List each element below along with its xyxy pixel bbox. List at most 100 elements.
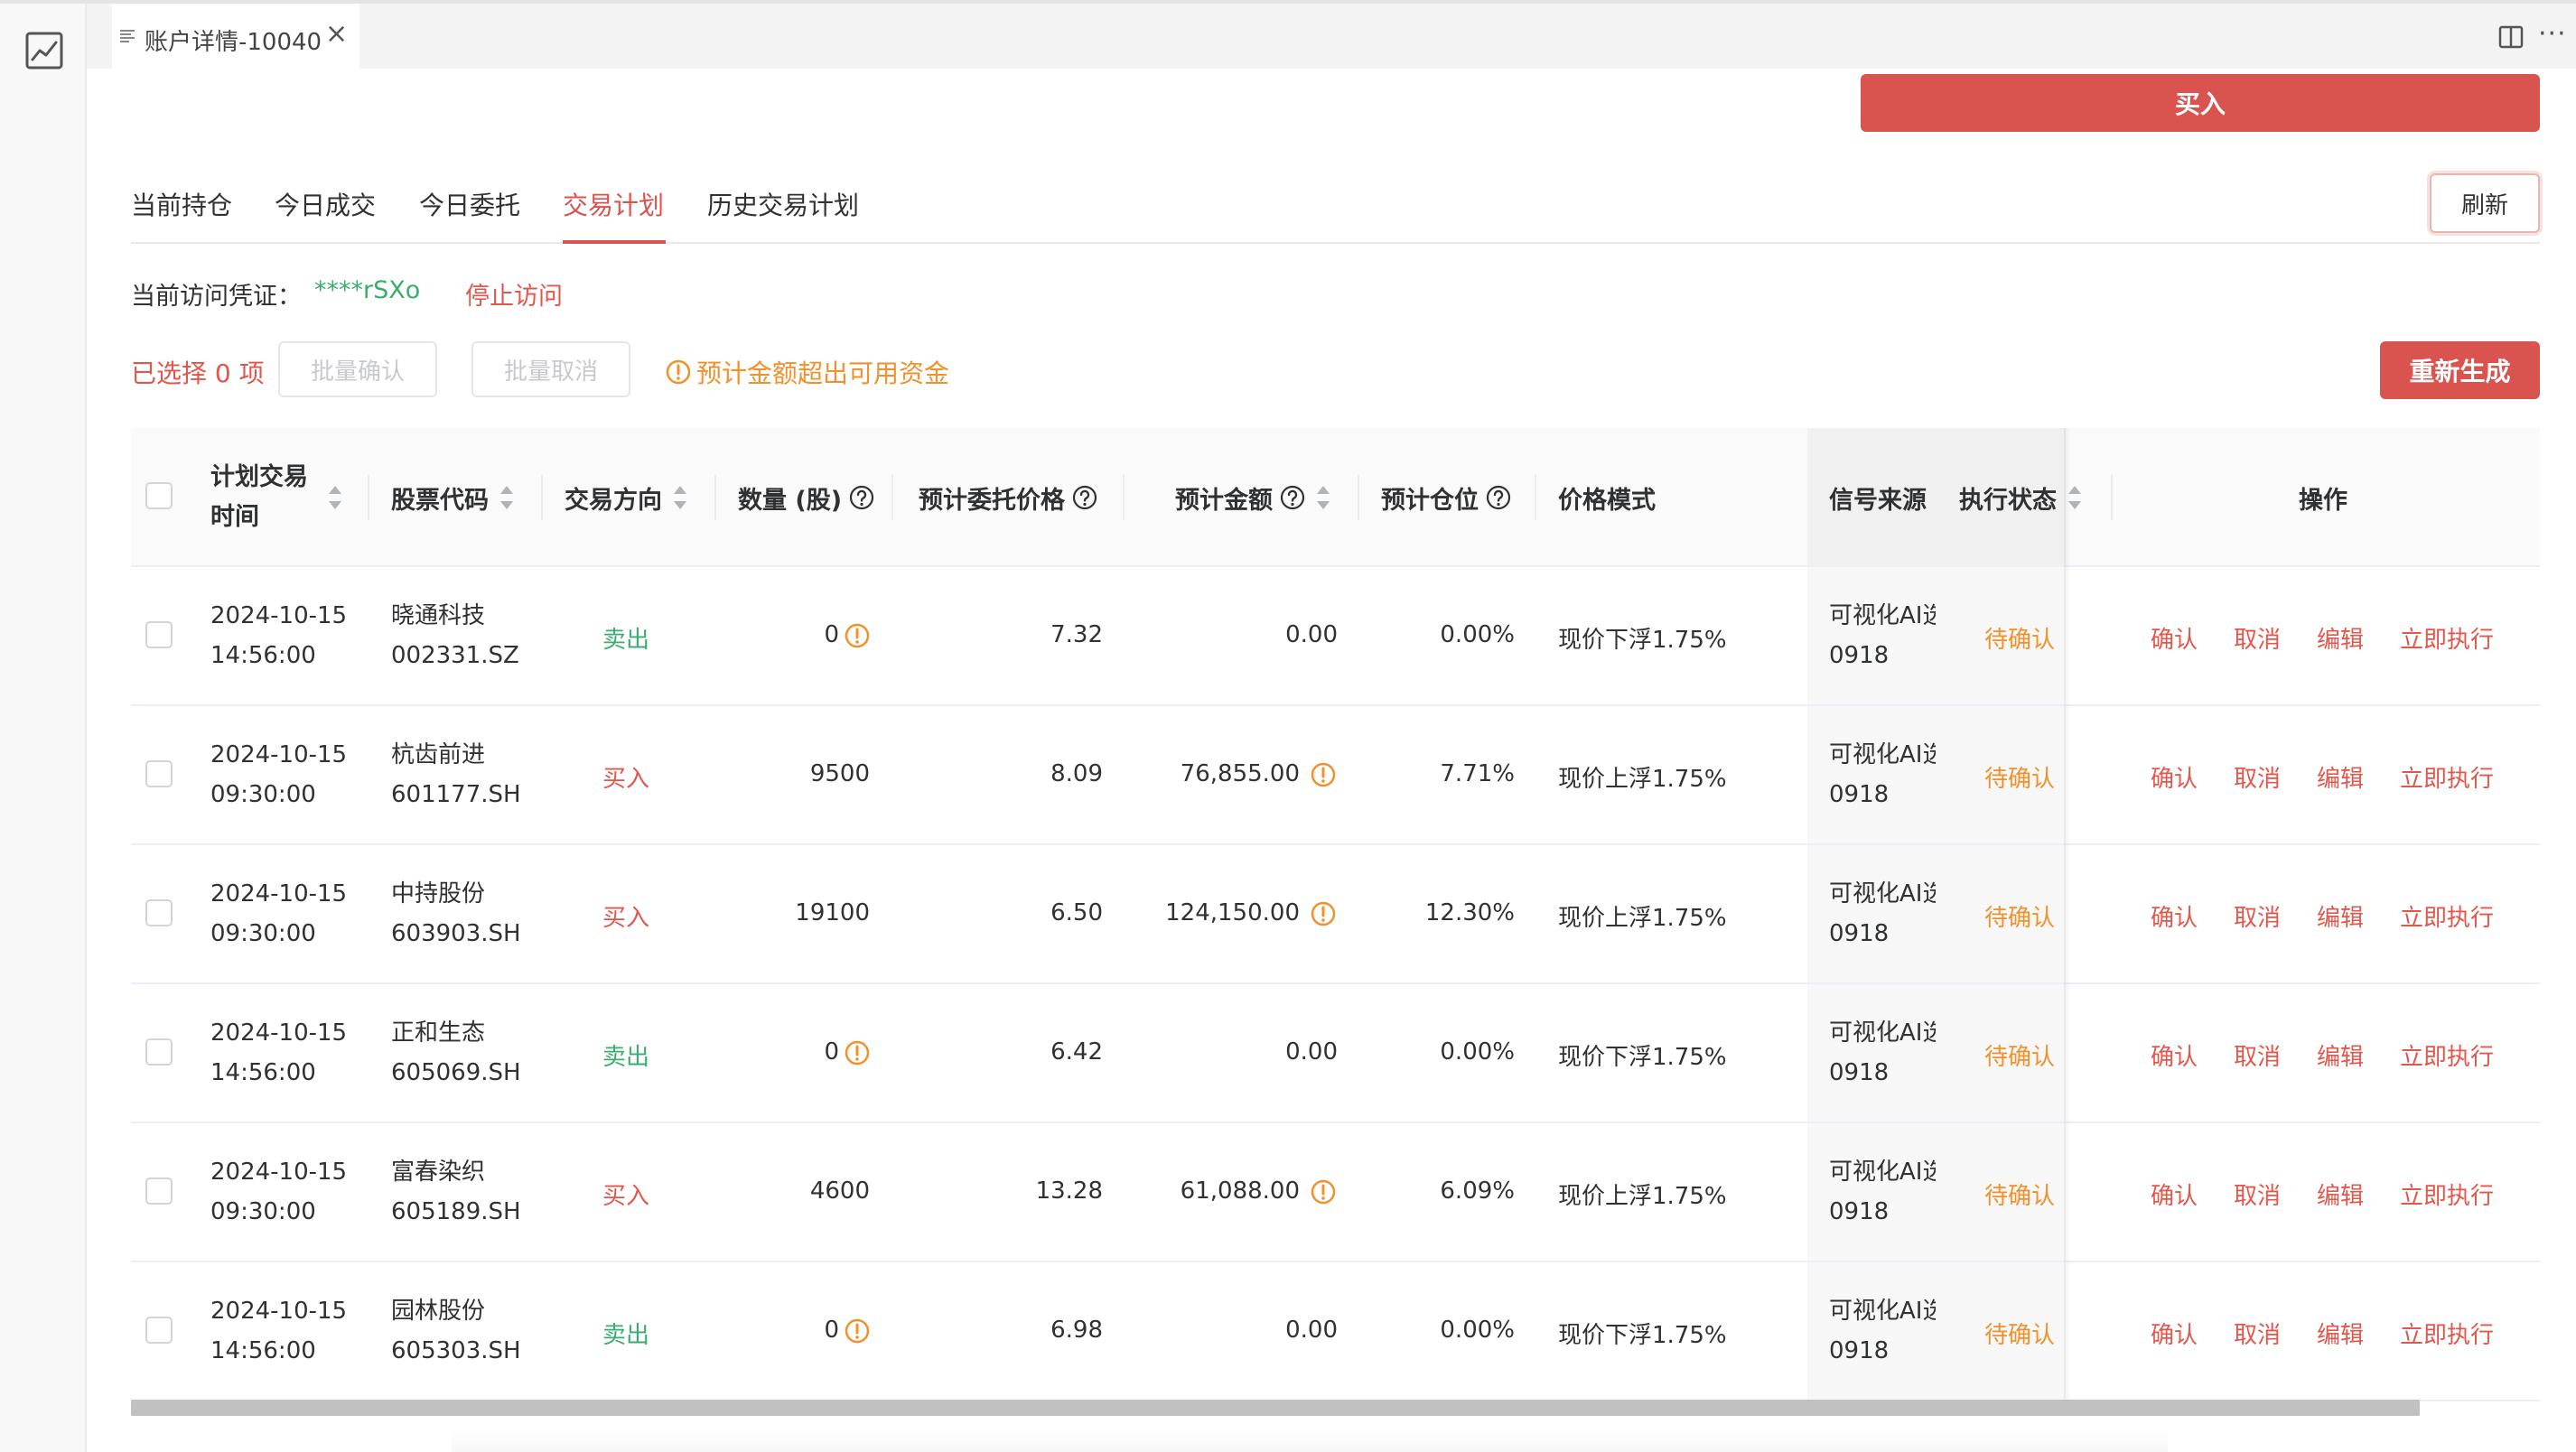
batch-confirm-button[interactable]: 批量确认	[278, 341, 437, 397]
quantity-cell: 9500	[809, 760, 870, 787]
edit-link[interactable]: 编辑	[2317, 621, 2364, 655]
tab-today-trades[interactable]: 今日成交	[275, 186, 376, 222]
amount-cell: 0.00	[1285, 1317, 1338, 1344]
table-row[interactable]: 2024-10-15 09:30:00 富春染织 605189.SH 买入 4600 13.…	[131, 1123, 2540, 1262]
stock-name: 富春染织	[391, 1159, 486, 1186]
header-amount[interactable]: 预计金额	[1175, 428, 1330, 567]
horizontal-scrollbar[interactable]	[131, 1400, 2420, 1416]
signal-source-line1: 可视化AI选	[1829, 741, 1936, 768]
stock-code: 002331.SZ	[391, 642, 519, 669]
signal-source-line2: 选0918	[1829, 781, 1890, 808]
row-checkbox[interactable]	[145, 1177, 173, 1205]
signal-source-cell: 可视化AI选选0918	[1829, 735, 1936, 814]
stock-cell: 晓通科技 002331.SZ	[391, 596, 519, 675]
confirm-link[interactable]: 确认	[2151, 899, 2198, 933]
tab-current-positions[interactable]: 当前持仓	[131, 186, 232, 222]
header-plan-time[interactable]: 计划交易 时间	[210, 428, 342, 567]
quantity-cell: 4600	[809, 1177, 870, 1205]
warning-info-icon[interactable]	[1311, 1179, 1336, 1205]
price-cell: 13.28	[1035, 1177, 1103, 1205]
signal-source-line1: 可视化AI选	[1829, 1159, 1936, 1186]
cancel-link[interactable]: 取消	[2234, 1038, 2281, 1072]
table-row[interactable]: 2024-10-15 09:30:00 杭齿前进 601177.SH 买入 9500 8.0…	[131, 706, 2540, 845]
confirm-link[interactable]: 确认	[2151, 1177, 2198, 1211]
row-checkbox[interactable]	[145, 899, 173, 926]
table-row[interactable]: 2024-10-15 14:56:00 园林股份 605303.SH 卖出 0 6.98 0.…	[131, 1262, 2540, 1401]
help-icon[interactable]	[1486, 485, 1511, 510]
edit-link[interactable]: 编辑	[2317, 899, 2364, 933]
sort-icon[interactable]	[328, 486, 342, 509]
warning-info-icon[interactable]	[845, 1318, 870, 1344]
select-all-checkbox[interactable]	[145, 482, 173, 509]
edit-link[interactable]: 编辑	[2317, 760, 2364, 794]
help-icon[interactable]	[1280, 485, 1305, 510]
tab-history-trade-plan[interactable]: 历史交易计划	[707, 186, 859, 222]
cancel-link[interactable]: 取消	[2234, 1177, 2281, 1211]
close-icon[interactable]: ×	[325, 18, 348, 50]
price-mode-cell: 现价上浮1.75%	[1558, 1183, 1727, 1210]
cancel-link[interactable]: 取消	[2234, 899, 2281, 933]
execute-now-link[interactable]: 立即执行	[2400, 899, 2494, 933]
row-checkbox[interactable]	[145, 621, 173, 648]
sort-icon[interactable]	[1316, 486, 1330, 509]
stock-code: 605303.SH	[391, 1337, 521, 1364]
confirm-link[interactable]: 确认	[2151, 760, 2198, 794]
price-cell: 7.32	[1050, 621, 1103, 648]
row-checkbox[interactable]	[145, 760, 173, 787]
header-stock-code[interactable]: 股票代码	[391, 428, 514, 567]
sort-icon[interactable]	[673, 486, 687, 509]
edit-link[interactable]: 编辑	[2317, 1038, 2364, 1072]
cancel-link[interactable]: 取消	[2234, 621, 2281, 655]
content-tabs: 当前持仓 今日成交 今日委托 交易计划 历史交易计划	[131, 172, 2540, 244]
execute-now-link[interactable]: 立即执行	[2400, 1038, 2494, 1072]
confirm-link[interactable]: 确认	[2151, 621, 2198, 655]
warning-info-icon[interactable]	[845, 1040, 870, 1066]
amount-cell: 76,855.00	[1180, 760, 1300, 787]
stock-name: 杭齿前进	[391, 741, 486, 768]
refresh-button[interactable]: 刷新	[2430, 173, 2540, 233]
stock-name: 正和生态	[391, 1019, 486, 1047]
split-editor-icon[interactable]	[2498, 25, 2524, 49]
execute-now-link[interactable]: 立即执行	[2400, 621, 2494, 655]
row-checkbox[interactable]	[145, 1317, 173, 1344]
signal-source-cell: 可视化AI选选0918	[1829, 1152, 1936, 1232]
regenerate-button[interactable]: 重新生成	[2380, 341, 2540, 399]
row-checkbox[interactable]	[145, 1038, 173, 1066]
buy-button[interactable]: 买入	[1861, 74, 2540, 132]
price-cell: 6.98	[1050, 1317, 1103, 1344]
warning-info-icon[interactable]	[1311, 762, 1336, 787]
plan-time: 09:30:00	[210, 781, 316, 808]
table-row[interactable]: 2024-10-15 14:56:00 晓通科技 002331.SZ 卖出 0 7.32 0.…	[131, 567, 2540, 706]
line-chart-icon[interactable]	[24, 31, 64, 70]
active-tab-indicator	[563, 240, 666, 244]
tab-trade-plan[interactable]: 交易计划	[563, 186, 664, 222]
cancel-link[interactable]: 取消	[2234, 760, 2281, 794]
more-actions-icon[interactable]: ···	[2538, 18, 2567, 50]
signal-source-line2: 选0918	[1829, 1198, 1890, 1225]
table-row[interactable]: 2024-10-15 09:30:00 中持股份 603903.SH 买入 19100 6.…	[131, 845, 2540, 984]
tab-today-orders[interactable]: 今日委托	[419, 186, 520, 222]
execute-now-link[interactable]: 立即执行	[2400, 1177, 2494, 1211]
stop-access-link[interactable]: 停止访问	[465, 276, 563, 312]
price-cell: 6.42	[1050, 1038, 1103, 1066]
warning-info-icon[interactable]	[1311, 901, 1336, 926]
stock-code: 603903.SH	[391, 920, 521, 947]
header-direction[interactable]: 交易方向	[565, 428, 687, 567]
direction-cell: 买入	[602, 905, 650, 932]
batch-cancel-button[interactable]: 批量取消	[471, 341, 630, 397]
execute-now-link[interactable]: 立即执行	[2400, 1317, 2494, 1350]
signal-source-cell: 可视化AI选选0918	[1829, 1013, 1936, 1093]
help-icon[interactable]	[849, 485, 874, 510]
price-mode-cell: 现价上浮1.75%	[1558, 905, 1727, 932]
cancel-link[interactable]: 取消	[2234, 1317, 2281, 1350]
edit-link[interactable]: 编辑	[2317, 1177, 2364, 1211]
header-separator	[541, 475, 543, 520]
edit-link[interactable]: 编辑	[2317, 1317, 2364, 1350]
confirm-link[interactable]: 确认	[2151, 1317, 2198, 1350]
table-row[interactable]: 2024-10-15 14:56:00 正和生态 605069.SH 卖出 0 6.42 0.…	[131, 984, 2540, 1123]
sort-icon[interactable]	[499, 486, 514, 509]
warning-info-icon[interactable]	[845, 623, 870, 648]
execute-now-link[interactable]: 立即执行	[2400, 760, 2494, 794]
help-icon[interactable]	[1072, 485, 1097, 510]
confirm-link[interactable]: 确认	[2151, 1038, 2198, 1072]
